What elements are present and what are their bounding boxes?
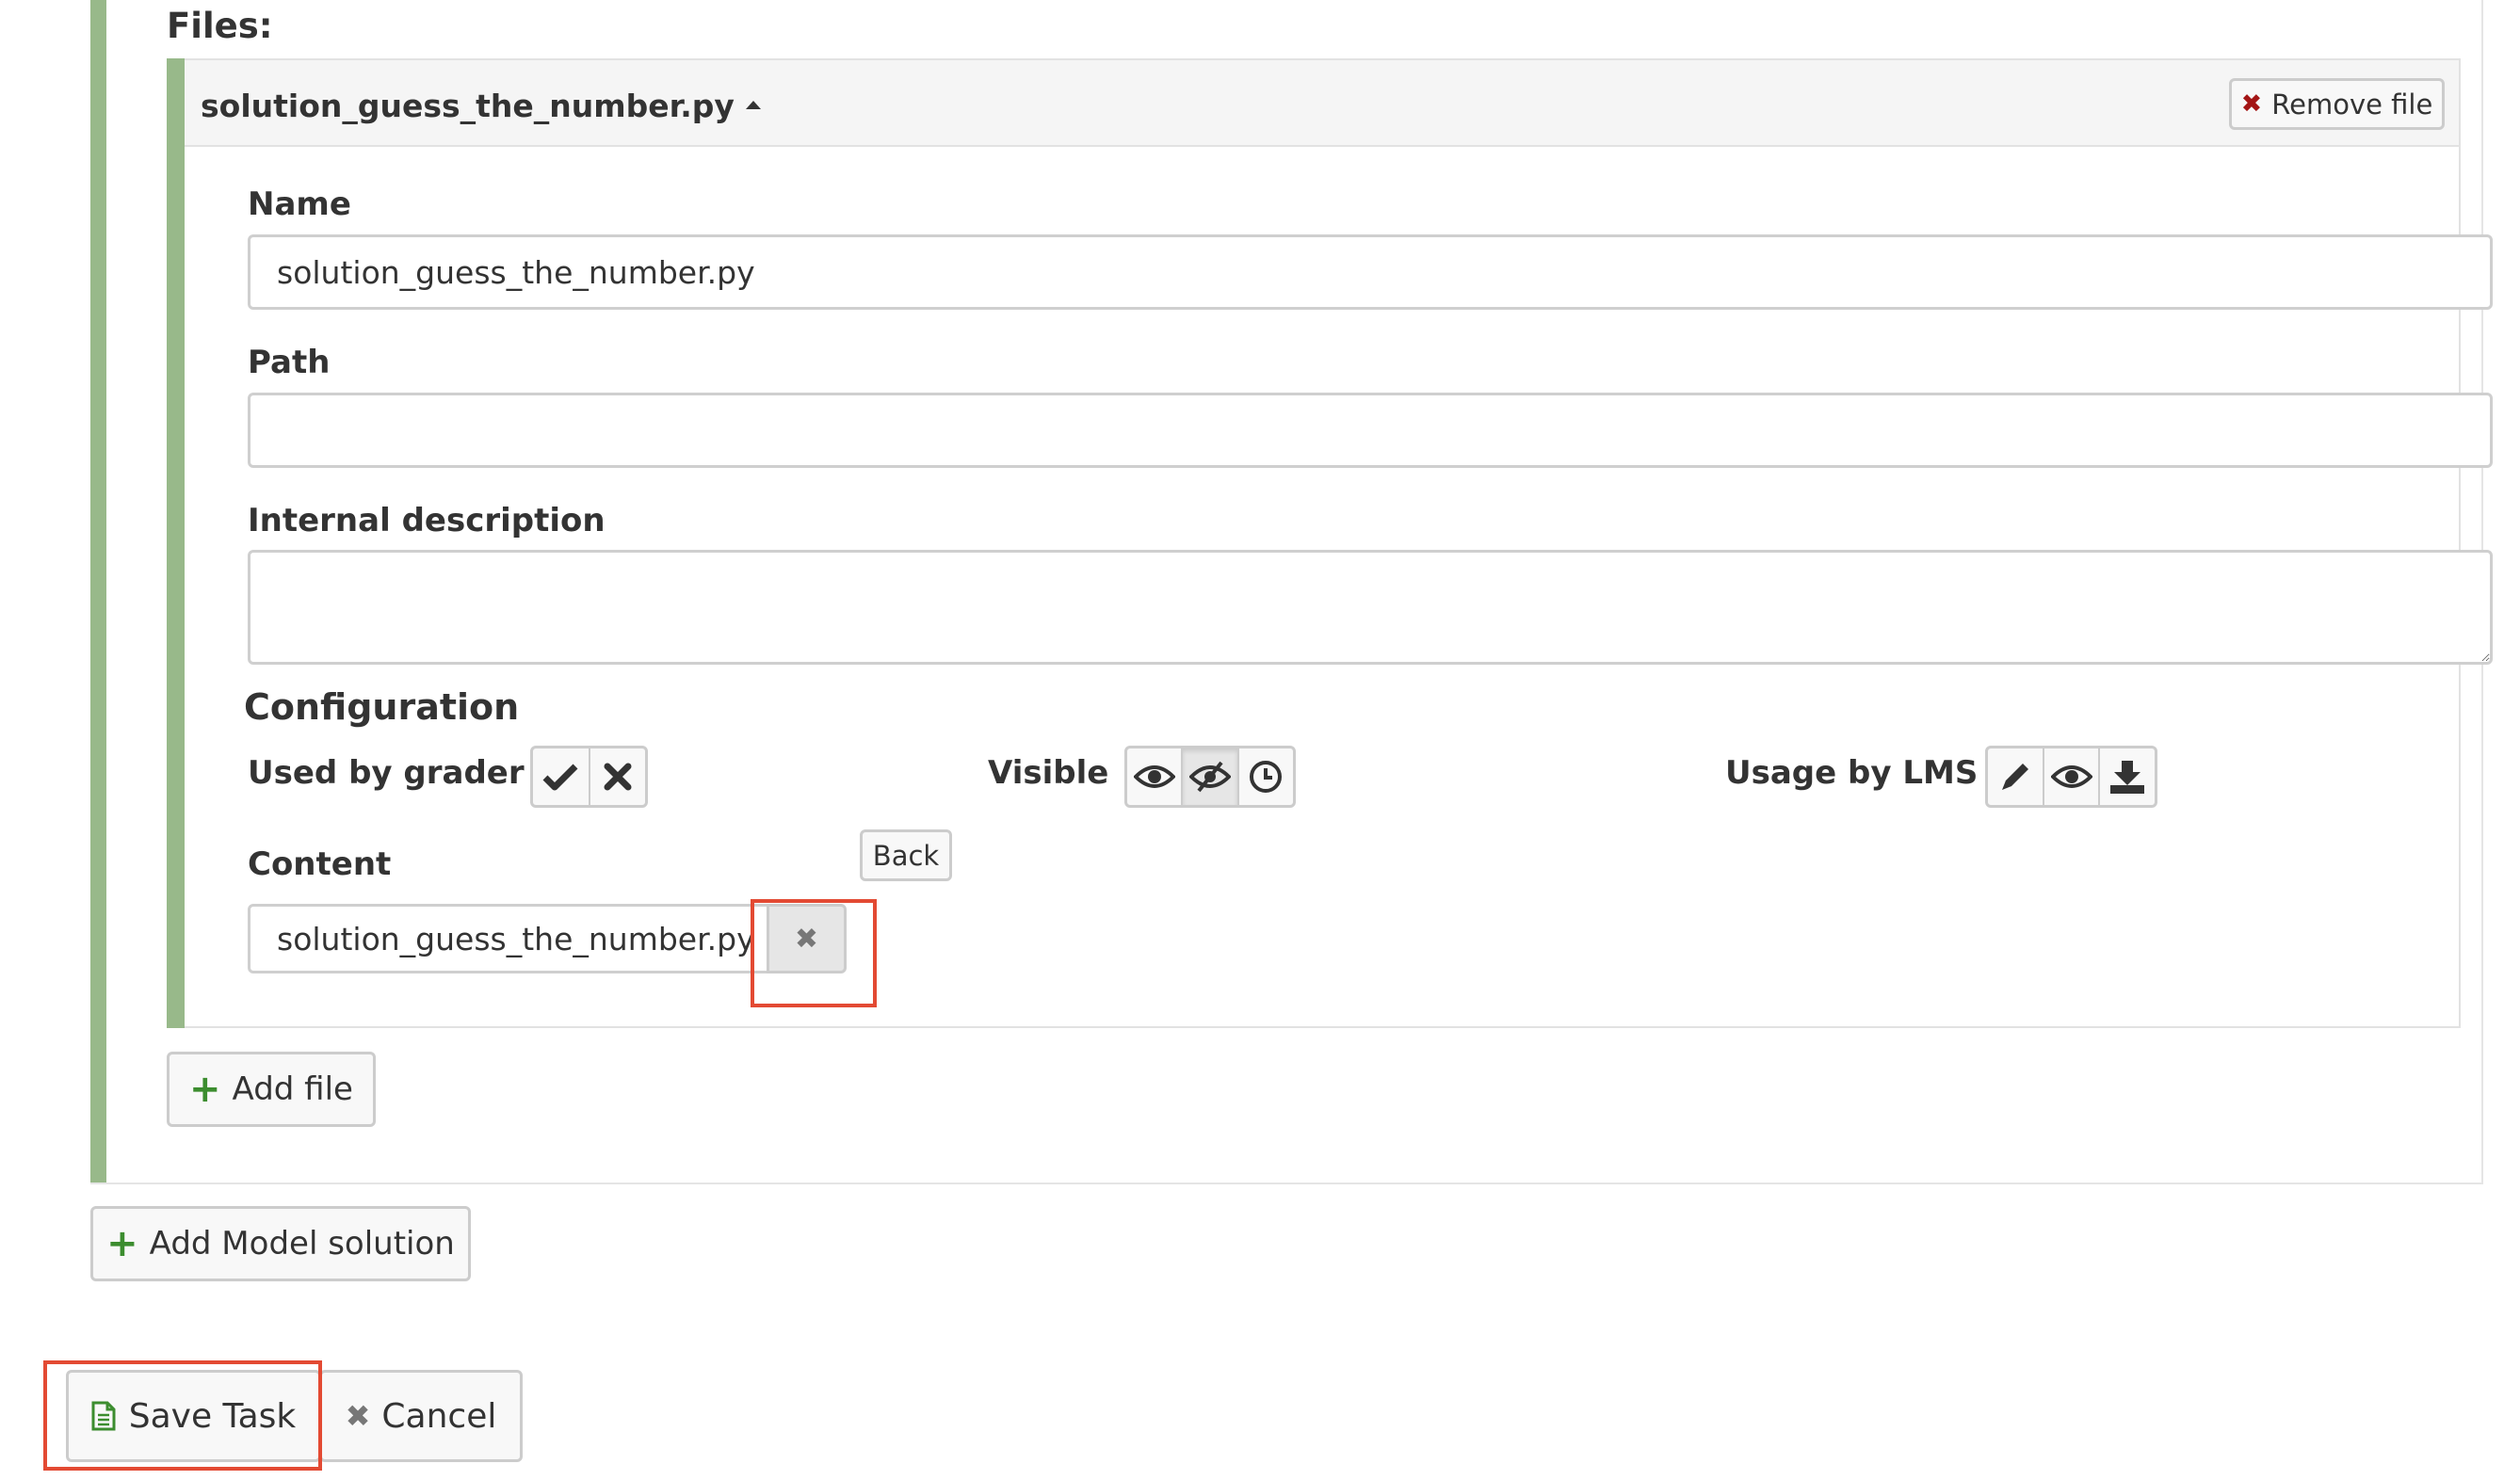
caret-up-icon (745, 101, 761, 109)
content-label: Content (248, 845, 392, 883)
clock-icon[interactable] (1239, 748, 1293, 805)
add-file-button[interactable]: + Add file (167, 1052, 376, 1127)
add-model-solution-label: Add Model solution (149, 1225, 455, 1263)
document-icon (91, 1401, 116, 1431)
visible-toggle-group (1124, 746, 1296, 808)
cancel-label: Cancel (381, 1396, 497, 1436)
add-model-solution-button[interactable]: + Add Model solution (90, 1206, 471, 1281)
checkmark-icon[interactable] (533, 748, 590, 805)
cross-icon[interactable] (590, 748, 646, 805)
close-icon: ✖ (2240, 89, 2263, 119)
name-input[interactable] (248, 234, 2493, 310)
add-file-label: Add file (232, 1070, 353, 1108)
file-panel-accent-bar (167, 58, 185, 1028)
model-solution-border-bottom (90, 1182, 2483, 1184)
remove-file-button[interactable]: ✖ Remove file (2229, 78, 2445, 130)
path-label: Path (248, 344, 331, 381)
eye-icon[interactable] (2044, 748, 2101, 805)
configuration-heading: Configuration (244, 686, 520, 728)
close-icon: ✖ (794, 922, 819, 956)
pencil-icon[interactable] (1988, 748, 2044, 805)
remove-file-label: Remove file (2271, 88, 2433, 121)
plus-icon: + (189, 1068, 221, 1111)
internal-description-label: Internal description (248, 502, 606, 539)
file-title[interactable]: solution_guess_the_number.py (201, 88, 761, 124)
path-input[interactable] (248, 393, 2493, 468)
file-panel (167, 58, 2461, 1028)
cancel-button[interactable]: ✖ Cancel (319, 1370, 523, 1462)
name-label: Name (248, 185, 351, 223)
files-heading: Files: (167, 6, 273, 46)
download-icon[interactable] (2100, 748, 2155, 805)
eye-slash-icon[interactable] (1183, 748, 1239, 805)
content-file-display[interactable]: solution_guess_the_number.py (248, 904, 770, 973)
visible-label: Visible (988, 754, 1109, 792)
used-by-grader-toggle-group (530, 746, 648, 808)
usage-by-lms-toggle-group (1985, 746, 2157, 808)
used-by-grader-label: Used by grader (248, 754, 525, 792)
eye-icon[interactable] (1127, 748, 1184, 805)
model-solution-accent-bar (90, 0, 106, 1184)
internal-description-textarea[interactable] (248, 550, 2493, 665)
save-task-button[interactable]: Save Task (66, 1370, 321, 1462)
file-title-text: solution_guess_the_number.py (201, 88, 735, 124)
usage-by-lms-label: Usage by LMS (1725, 754, 1979, 792)
close-icon: ✖ (345, 1398, 371, 1434)
back-button[interactable]: Back (860, 829, 952, 881)
save-task-label: Save Task (128, 1396, 297, 1436)
clear-file-button[interactable]: ✖ (767, 904, 847, 973)
plus-icon: + (106, 1222, 138, 1265)
